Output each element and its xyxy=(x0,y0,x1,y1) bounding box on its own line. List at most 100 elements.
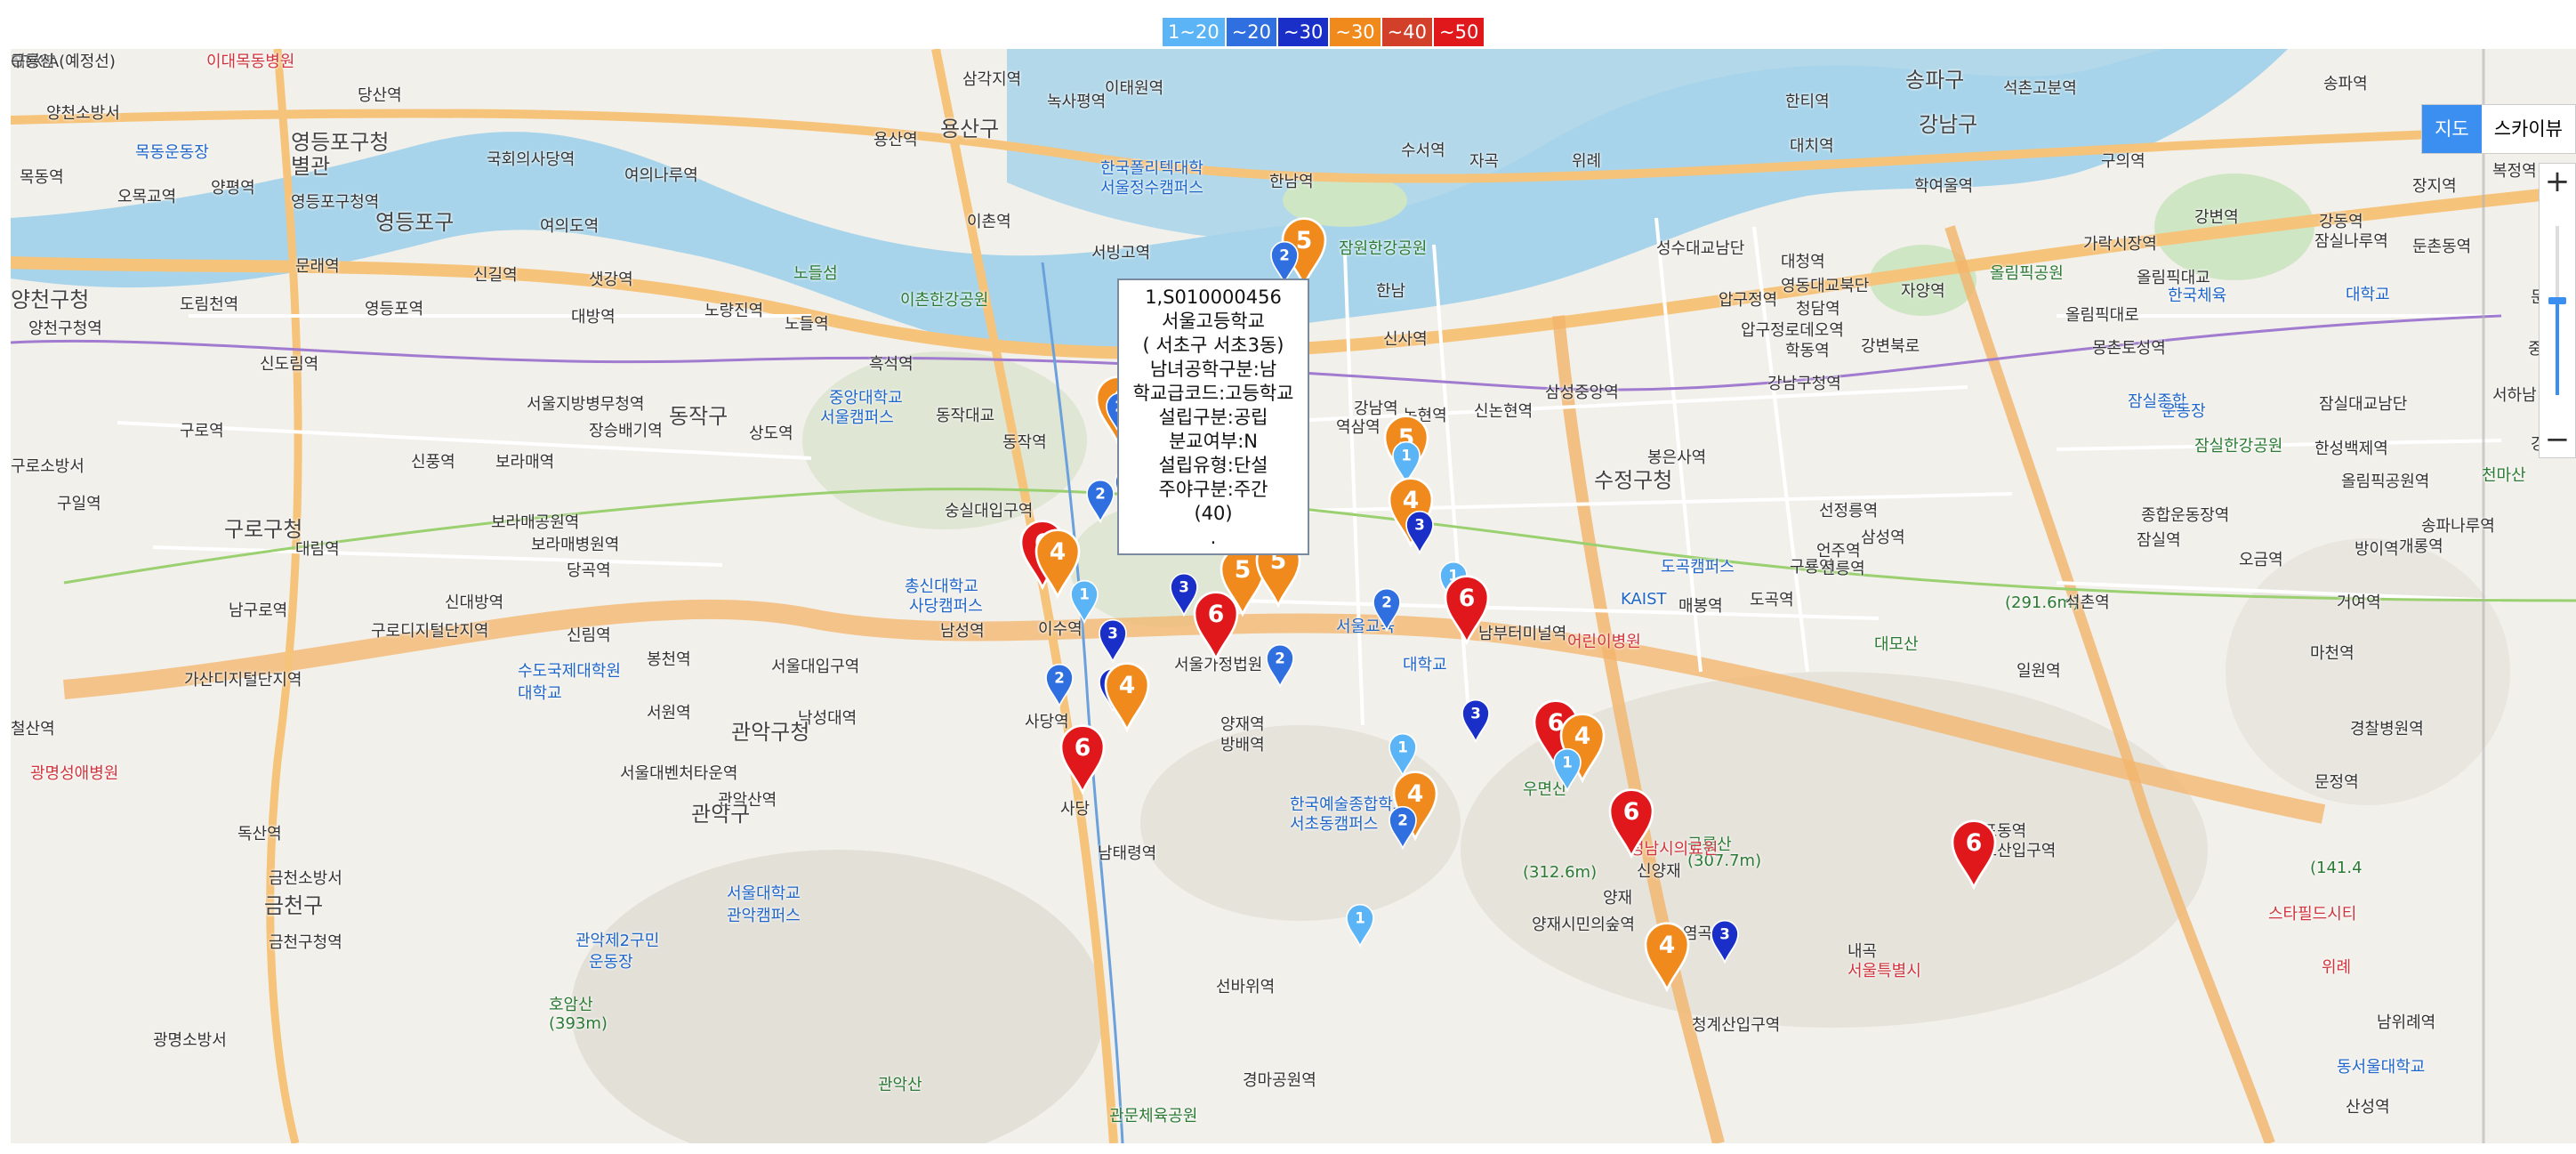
place-label: 수정구청 xyxy=(1594,468,1673,493)
school-marker[interactable]: 6 xyxy=(1192,590,1240,661)
school-marker[interactable]: 6 xyxy=(1607,787,1655,859)
place-label: 거여역 xyxy=(2337,593,2381,612)
popup-line: 분교여부:N xyxy=(1168,431,1259,452)
map-pin-icon: 3 xyxy=(1405,510,1434,554)
place-label: 이태원역 xyxy=(1105,79,1164,98)
place-label: 이대목동병원 xyxy=(206,52,295,71)
place-label: 남부터미널역 xyxy=(1478,625,1567,643)
school-marker[interactable]: 6 xyxy=(1059,723,1107,795)
zoom-slider-handle[interactable] xyxy=(2548,297,2566,304)
place-label: 잠실나루역 xyxy=(2314,232,2388,251)
marker-count: 2 xyxy=(1095,486,1106,503)
place-label: 이촌한강공원 xyxy=(900,291,989,310)
school-marker[interactable]: 4 xyxy=(1103,661,1151,732)
place-label: 목동역 xyxy=(20,168,64,187)
place-label: 한남 xyxy=(1376,282,1406,301)
place-label: (393m) xyxy=(549,1014,608,1033)
school-marker[interactable]: 4 xyxy=(1643,921,1691,992)
place-label: 삼각지역 xyxy=(962,70,1022,89)
place-label: 사당캠퍼스 xyxy=(909,597,983,616)
zoom-out-button[interactable]: − xyxy=(2540,422,2575,457)
place-label: 방이역 xyxy=(2355,540,2399,559)
place-label: 구의역 xyxy=(2101,152,2145,171)
map-pin-icon: 6 xyxy=(1951,819,1997,890)
school-marker[interactable]: 2 xyxy=(1044,663,1075,707)
school-marker[interactable]: 2 xyxy=(1388,805,1418,850)
place-label: 석촌고분역 xyxy=(2003,79,2077,98)
map-pin-icon: 3 xyxy=(1099,618,1127,663)
place-label: 올림픽공원역 xyxy=(2341,472,2430,491)
place-label: 구로디지털단지역 xyxy=(371,622,489,641)
school-marker[interactable]: 3 xyxy=(1710,919,1740,964)
place-label: 남성역 xyxy=(940,622,985,641)
place-label: 압구정역 xyxy=(1719,291,1778,310)
marker-count: 4 xyxy=(1119,672,1136,699)
place-label: KAIST xyxy=(1621,590,1667,609)
place-label: 구로역 xyxy=(180,422,224,440)
place-label: 구룡산 xyxy=(11,52,55,71)
place-label: 노들역 xyxy=(785,315,829,334)
place-label: 동작구 xyxy=(669,404,729,429)
zoom-in-button[interactable]: + xyxy=(2540,164,2575,199)
place-label: (312.6m) xyxy=(1523,863,1598,882)
map-type-control: 지도 스카이뷰 xyxy=(2421,104,2576,154)
place-label: 방배역 xyxy=(1220,736,1265,755)
place-label: 수도국제대학원 xyxy=(518,662,621,681)
place-label: 샛강역 xyxy=(589,270,633,289)
place-label: 광명소방서 xyxy=(153,1031,227,1050)
place-label: 복정역 xyxy=(2492,162,2537,181)
place-label: 대학교 xyxy=(518,684,562,703)
place-label: 송파역 xyxy=(2323,75,2368,93)
marker-count: 2 xyxy=(1381,594,1392,611)
place-label: 강변역 xyxy=(2194,208,2239,227)
school-marker[interactable]: 6 xyxy=(1443,574,1491,645)
map-type-map-button[interactable]: 지도 xyxy=(2422,105,2482,153)
place-label: 구일역 xyxy=(57,495,101,513)
place-label: 역삼역 xyxy=(1336,418,1381,437)
popup-line: 1,S010000456 xyxy=(1145,286,1282,308)
place-label: 잠실한강공원 xyxy=(2194,437,2283,456)
popup-line: (40) xyxy=(1194,503,1233,524)
map-canvas[interactable]: 이대목동병원 당산역 양천소방서 영등포구청 별관 목동운동장 목동역 오목교역 양평역 영등포구… xyxy=(11,49,2576,1143)
school-marker[interactable]: 1 xyxy=(1069,579,1099,624)
popup-line: 주야구분:주간 xyxy=(1158,479,1268,500)
map-type-skyview-button[interactable]: 스카이뷰 xyxy=(2482,105,2575,153)
place-label: 서울캠퍼스 xyxy=(820,408,894,427)
school-marker[interactable]: 2 xyxy=(1265,643,1295,688)
place-label: 영등포구 xyxy=(375,210,455,235)
marker-count: 2 xyxy=(1397,812,1408,829)
place-label: 둔촌동역 xyxy=(2412,238,2472,256)
place-label: 금천구 xyxy=(264,893,324,918)
place-label: 잠실역 xyxy=(2137,531,2181,550)
place-label: 용산역 xyxy=(873,131,918,149)
place-label: 한남역 xyxy=(1269,173,1314,191)
place-label: 청담역 xyxy=(1796,300,1840,319)
school-marker[interactable]: 3 xyxy=(1405,510,1435,554)
place-label: 석촌역 xyxy=(2065,593,2110,612)
place-label: 영등포구청역 xyxy=(291,193,380,212)
school-marker[interactable]: 2 xyxy=(1372,587,1402,632)
place-label: 관악산 xyxy=(878,1076,922,1094)
place-label: 서초동캠퍼스 xyxy=(1290,815,1379,834)
popup-line: 학교급코드:고등학교 xyxy=(1132,383,1294,404)
school-marker[interactable]: 3 xyxy=(1461,698,1491,743)
place-label: 국회의사당역 xyxy=(487,150,576,169)
school-marker[interactable]: 2 xyxy=(1085,479,1115,523)
place-label: 서울특별시 xyxy=(1847,962,1921,980)
place-label: 도곡캠퍼스 xyxy=(1661,558,1735,577)
place-label: 올림픽공원 xyxy=(1990,264,2064,283)
zoom-slider-fill xyxy=(2556,302,2559,395)
place-label: 동작대교 xyxy=(936,407,995,425)
school-marker[interactable]: 6 xyxy=(1950,819,1998,890)
place-label: 양재 xyxy=(1603,889,1633,908)
place-label: 위례 xyxy=(1572,152,1602,171)
school-marker[interactable]: 3 xyxy=(1098,618,1128,663)
school-marker[interactable]: 1 xyxy=(1552,747,1582,792)
place-label: 구로소방서 xyxy=(11,457,85,476)
school-marker[interactable]: 1 xyxy=(1345,903,1375,948)
place-label: 서울대벤처타운역 xyxy=(620,764,738,783)
marker-count: 6 xyxy=(1075,734,1091,762)
place-label: 도곡역 xyxy=(1750,591,1794,609)
map-pin-icon: 2 xyxy=(1086,479,1115,523)
place-label: 가산디지털단지역 xyxy=(184,671,302,690)
